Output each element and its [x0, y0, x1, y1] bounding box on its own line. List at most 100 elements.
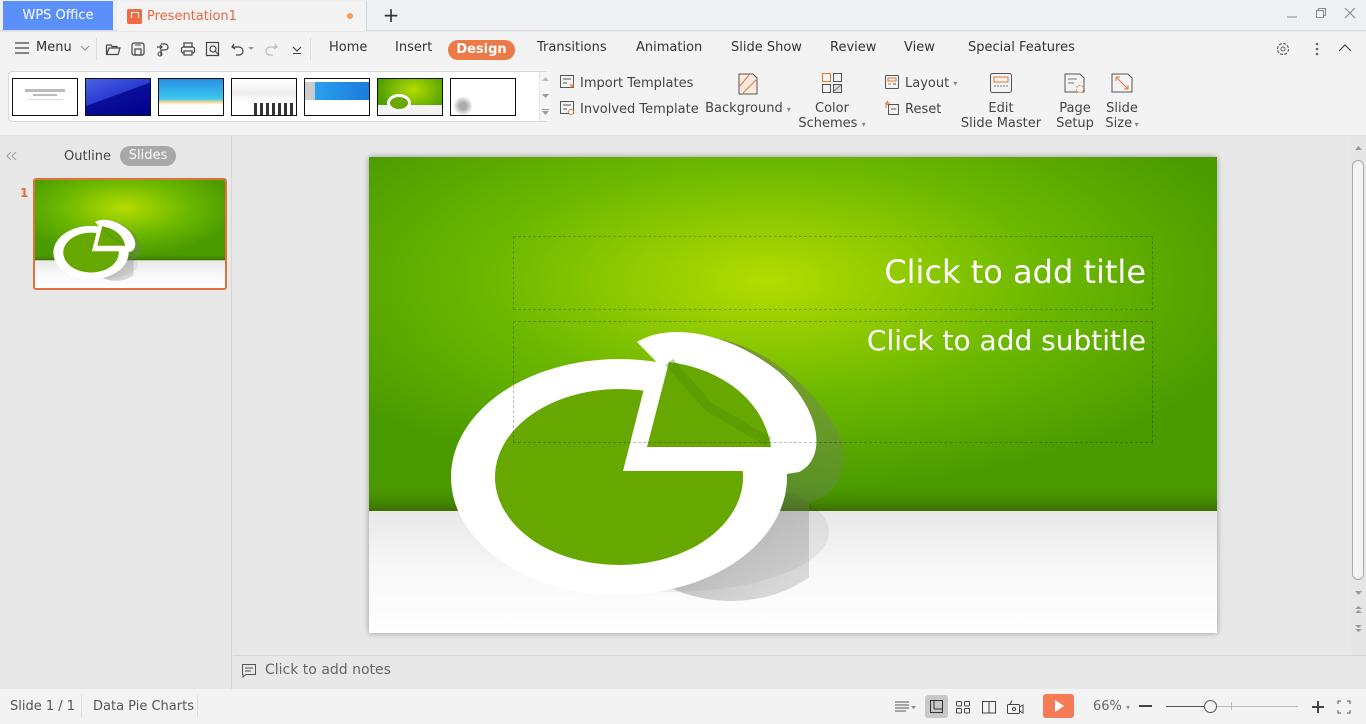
collapse-panel-icon[interactable]: [6, 151, 18, 161]
reset-icon: [885, 100, 899, 115]
zoom-slider-knob[interactable]: [1203, 700, 1217, 713]
tab-insert[interactable]: Insert: [395, 40, 432, 55]
template-thumb-silhouettes[interactable]: [231, 78, 297, 116]
template-thumb-blue-wave[interactable]: [158, 78, 224, 116]
subtitle-placeholder[interactable]: Click to add subtitle: [513, 321, 1153, 443]
layout-button[interactable]: Layout ▾: [884, 74, 957, 92]
template-thumb-blank[interactable]: [12, 78, 78, 116]
tab-view[interactable]: View: [904, 40, 935, 55]
divider: [197, 695, 198, 717]
menu-button[interactable]: Menu: [14, 40, 91, 55]
chevron-down-icon: [80, 45, 90, 51]
export-icon[interactable]: [155, 41, 171, 57]
save-icon[interactable]: [130, 41, 146, 57]
slide-size-button[interactable]: Slide Size ▾: [1100, 72, 1144, 132]
gallery-expand-icon[interactable]: [542, 109, 549, 116]
divider: [96, 38, 97, 60]
hamburger-icon: [15, 41, 29, 54]
involved-template-label: Involved Template: [580, 101, 699, 117]
involved-template-button[interactable]: Involved Template: [559, 100, 699, 118]
print-preview-icon[interactable]: [205, 41, 221, 57]
color-schemes-button[interactable]: Color Schemes ▾: [796, 72, 868, 132]
template-thumb-pie-charts[interactable]: [377, 78, 443, 116]
wps-office-label: WPS Office: [22, 8, 94, 23]
more-options-icon[interactable]: [1314, 41, 1320, 57]
tab-design[interactable]: Design: [448, 40, 515, 60]
normal-view-button[interactable]: [925, 695, 948, 718]
new-tab-button[interactable]: +: [380, 4, 402, 26]
zoom-out-icon[interactable]: [1139, 705, 1153, 708]
edit-slide-master-label-2: Slide Master: [960, 116, 1042, 131]
tab-special-features[interactable]: Special Features: [968, 40, 1075, 55]
minimize-button[interactable]: [1280, 4, 1304, 26]
scroll-down-icon[interactable]: [1355, 591, 1362, 595]
next-slide-icon[interactable]: [1355, 624, 1362, 632]
tab-slides[interactable]: Slides: [120, 146, 176, 166]
page-setup-button[interactable]: Page Setup: [1054, 72, 1096, 132]
background-label: Background ▾: [705, 101, 791, 116]
undo-dropdown-icon[interactable]: [248, 47, 254, 51]
undo-icon[interactable]: [230, 41, 246, 57]
zoom-slider-tick: [1231, 702, 1232, 710]
redo-icon[interactable]: [263, 41, 279, 57]
layout-label: Layout: [905, 75, 950, 91]
close-button[interactable]: [1338, 4, 1362, 26]
slide-canvas: Click to add title Click to add subtitle: [233, 136, 1351, 655]
template-gallery: [8, 71, 550, 122]
document-tab[interactable]: Presentation1: [117, 1, 367, 31]
template-thumb-blue-diagonal[interactable]: [85, 78, 151, 116]
tab-review[interactable]: Review: [830, 40, 876, 55]
import-templates-label: Import Templates: [580, 75, 694, 91]
template-thumb-blue-banner[interactable]: [304, 78, 370, 116]
notes-pane[interactable]: Click to add notes: [233, 655, 1366, 689]
tab-outline[interactable]: Outline: [64, 149, 111, 164]
zoom-in-icon[interactable]: [1311, 700, 1325, 714]
fit-window-icon[interactable]: [1337, 700, 1351, 714]
slide-sorter-icon[interactable]: [955, 700, 971, 714]
tab-animation[interactable]: Animation: [636, 40, 702, 55]
tab-slide-show[interactable]: Slide Show: [731, 40, 802, 55]
color-schemes-label-2: Schemes ▾: [798, 116, 866, 131]
edit-slide-master-icon: [990, 73, 1012, 93]
presentation-icon: [127, 8, 142, 24]
previous-slide-icon[interactable]: [1355, 606, 1362, 614]
reset-button[interactable]: Reset: [884, 100, 941, 118]
wps-office-tab[interactable]: WPS Office: [3, 1, 113, 30]
title-placeholder[interactable]: Click to add title: [513, 236, 1153, 310]
reading-view-icon[interactable]: [981, 700, 997, 714]
edit-slide-master-label-1: Edit: [988, 101, 1014, 116]
slide-thumbnail-1[interactable]: [33, 178, 227, 290]
subtitle-placeholder-text: Click to add subtitle: [866, 324, 1146, 357]
background-button[interactable]: Background ▾: [700, 72, 796, 132]
print-icon[interactable]: [180, 41, 196, 57]
edit-slide-master-button[interactable]: Edit Slide Master: [960, 72, 1042, 132]
gallery-scrollbar[interactable]: [539, 72, 550, 121]
notes-toggle-icon[interactable]: [894, 700, 916, 714]
layout-icon: [885, 75, 899, 89]
settings-gear-icon[interactable]: [1275, 41, 1291, 57]
customize-icon[interactable]: [289, 41, 305, 57]
close-icon: [1344, 7, 1356, 19]
gallery-up-icon[interactable]: [542, 77, 549, 82]
slide[interactable]: Click to add title Click to add subtitle: [369, 157, 1217, 633]
tab-home[interactable]: Home: [329, 40, 367, 55]
restore-button[interactable]: [1309, 4, 1333, 26]
play-slideshow-button[interactable]: [1043, 694, 1074, 718]
open-icon[interactable]: [105, 41, 121, 57]
tab-transitions[interactable]: Transitions: [537, 40, 607, 55]
theme-name[interactable]: Data Pie Charts: [93, 699, 194, 714]
scroll-up-icon[interactable]: [1355, 146, 1362, 150]
vertical-scrollbar[interactable]: [1351, 136, 1366, 655]
slide-size-icon: [1111, 73, 1133, 93]
scrollbar-thumb[interactable]: [1352, 160, 1364, 580]
record-icon[interactable]: [1006, 699, 1024, 715]
status-bar: Slide 1 / 1 Data Pie Charts 66% ▾: [0, 689, 1366, 724]
import-templates-button[interactable]: Import Templates: [559, 74, 693, 92]
template-thumb-gears[interactable]: [450, 78, 516, 116]
restore-icon: [1316, 8, 1326, 18]
collapse-ribbon-icon[interactable]: [1337, 42, 1353, 54]
zoom-level[interactable]: 66% ▾: [1093, 699, 1130, 714]
divider: [81, 695, 82, 717]
title-bar: WPS Office Presentation1 +: [0, 0, 1366, 31]
gallery-down-icon[interactable]: [542, 94, 549, 99]
